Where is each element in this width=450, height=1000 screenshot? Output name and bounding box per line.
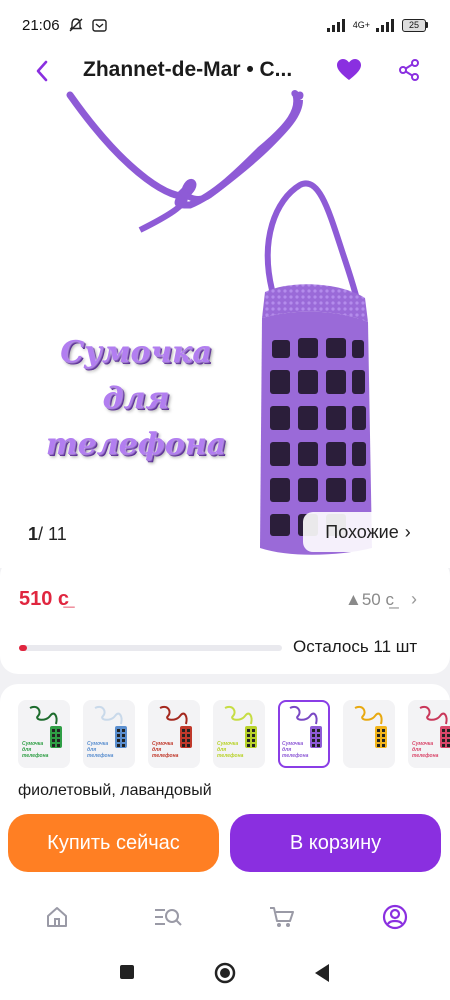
cart-icon: [270, 907, 294, 927]
recents-icon[interactable]: [119, 964, 135, 980]
status-bar: 21:06 4G+ 25: [0, 0, 450, 50]
share-button[interactable]: [395, 56, 423, 84]
variant-thumbnail[interactable]: Сумочка для телефона: [213, 700, 265, 768]
home-icon: [47, 907, 67, 927]
variant-selector: Сумочка для телефона Сумочка для телефона…: [0, 684, 450, 824]
favorite-button[interactable]: [335, 56, 363, 84]
image-counter-current: 1: [28, 524, 39, 544]
price: 510 с̲: [19, 588, 70, 610]
signal-icon: [376, 18, 394, 32]
chevron-right-icon: ›: [404, 521, 411, 542]
status-time: 21:06: [22, 16, 60, 34]
variant-caption: Сумочка для телефона: [22, 741, 49, 759]
variant-caption: Сумочка для телефона: [217, 741, 244, 759]
image-counter: 1/ 11: [28, 524, 67, 545]
variant-thumbnail[interactable]: [343, 700, 395, 768]
selected-variant-label: фиолетовый, лавандовый: [18, 782, 212, 799]
bottom-navigation: [0, 886, 450, 946]
silent-icon: [69, 18, 83, 32]
add-to-cart-button[interactable]: В корзину: [230, 814, 441, 872]
hero-caption-line: телефона: [45, 427, 227, 462]
chevron-left-icon: [36, 60, 48, 82]
system-navigation: [0, 946, 450, 1000]
back-triangle-icon[interactable]: [313, 963, 331, 983]
network-type: 4G+: [352, 20, 370, 30]
nav-profile[interactable]: [380, 902, 410, 932]
nav-catalog[interactable]: [153, 902, 183, 932]
variant-thumbnail[interactable]: Сумочка для телефона: [18, 700, 70, 768]
battery-icon: 25: [402, 18, 428, 32]
nav-home[interactable]: [42, 902, 72, 932]
page-title: Zhannet-de-Mar • С...: [83, 58, 293, 81]
home-button-icon[interactable]: [214, 962, 236, 984]
variant-thumbnail[interactable]: Сумочка для телефона: [278, 700, 330, 768]
variant-list: Сумочка для телефона Сумочка для телефона…: [18, 700, 450, 768]
chevron-right-icon[interactable]: ›: [411, 589, 417, 610]
price-delta[interactable]: ▲50 с̲: [345, 590, 394, 610]
back-button[interactable]: [28, 56, 56, 86]
nav-cart[interactable]: [267, 902, 297, 932]
top-bar: Zhannet-de-Mar • С...: [0, 50, 450, 92]
variant-thumbnail[interactable]: Сумочка для телефона: [148, 700, 200, 768]
share-icon: [399, 59, 419, 81]
profile-icon: [382, 904, 408, 930]
variant-photo: [354, 706, 387, 748]
hero-caption-line: для: [102, 381, 170, 416]
stock-remaining: Осталось 11 шт: [293, 637, 418, 656]
price-card: 510 с̲ ▲50 с̲ › Осталось 11 шт: [0, 558, 450, 674]
hero-caption-line: Сумочка: [60, 335, 212, 370]
variant-caption: Сумочка для телефона: [87, 741, 114, 759]
stock-progress-bar: [19, 645, 282, 651]
hero-caption: Сумочка для телефона: [36, 330, 236, 468]
image-counter-total: / 11: [38, 524, 67, 544]
variant-caption: Сумочка для телефона: [412, 741, 439, 759]
similar-button[interactable]: Похожие ›: [303, 512, 433, 552]
action-bar: Купить сейчас В корзину: [0, 806, 450, 886]
similar-label: Похожие: [325, 521, 399, 542]
variant-caption: Сумочка для телефона: [152, 741, 179, 759]
buy-now-button[interactable]: Купить сейчас: [8, 814, 219, 872]
heart-icon: [337, 59, 361, 80]
catalog-search-icon: [155, 909, 182, 926]
app-notification-icon: [91, 18, 107, 32]
stock-progress-fill: [19, 645, 27, 651]
variant-thumbnail[interactable]: Сумочка для телефона: [408, 700, 450, 768]
signal-icon: [326, 18, 345, 32]
variant-thumbnail[interactable]: Сумочка для телефона: [83, 700, 135, 768]
battery-level: 25: [402, 18, 426, 32]
variant-caption: Сумочка для телефона: [282, 741, 309, 759]
